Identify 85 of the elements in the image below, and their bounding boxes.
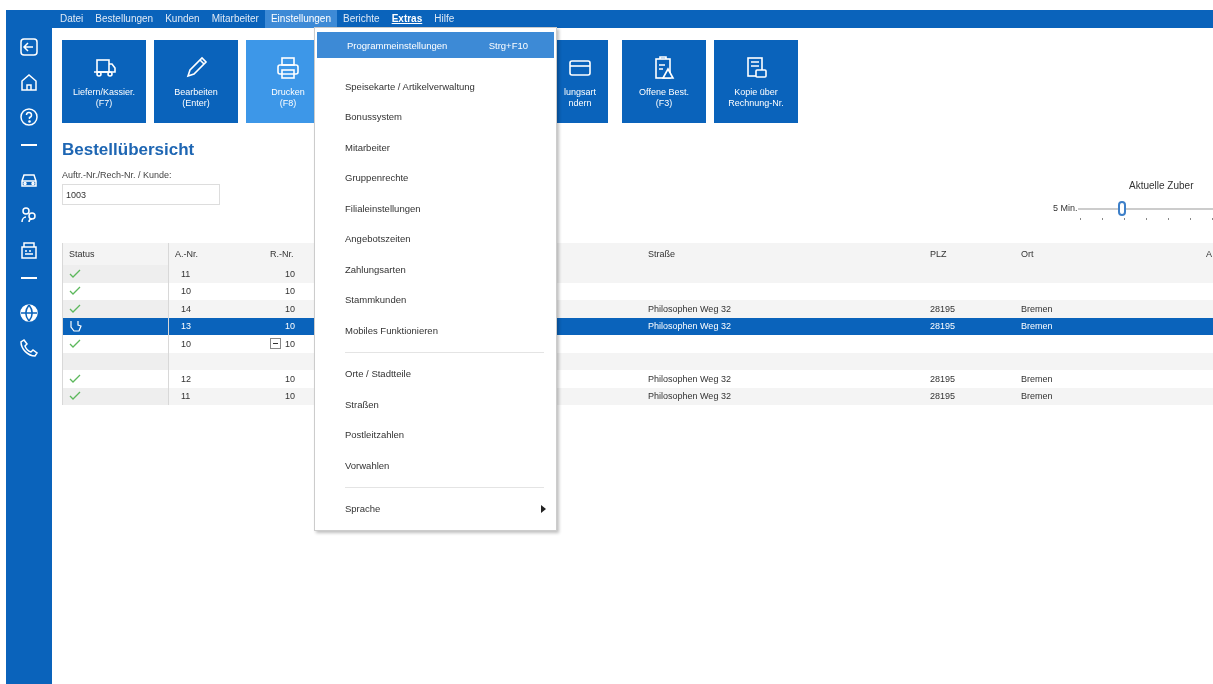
table-cell-text: Philosophen Weg 32 — [647, 373, 732, 384]
table-cell-text: Bremen — [1020, 303, 1054, 314]
column-header[interactable]: A.-Nr. — [169, 249, 264, 259]
column-header[interactable]: Straße — [641, 249, 922, 259]
search-field[interactable]: 1003 — [62, 184, 220, 205]
table-cell-text: Bremen — [1020, 321, 1054, 332]
table-cell-text: 28195 — [929, 303, 957, 314]
menu-item[interactable]: Gruppenrechte — [315, 162, 556, 193]
back-icon[interactable] — [19, 37, 39, 57]
table-cell-text: Bremen — [1020, 391, 1054, 402]
toolbar-button[interactable]: Liefern/Kassier. (F7) — [62, 40, 146, 123]
table-cell-text: Philosophen Weg 32 — [647, 391, 732, 402]
menu-item[interactable]: Hilfe — [428, 10, 461, 28]
check-icon — [69, 373, 81, 384]
menu-item[interactable]: Kunden — [159, 10, 206, 28]
check-icon — [69, 303, 81, 314]
phone-icon[interactable] — [19, 338, 39, 358]
status-cell[interactable] — [62, 387, 169, 405]
table-cell-text: Bremen — [1020, 373, 1054, 384]
menu-item[interactable]: Bestellungen — [89, 10, 160, 28]
people-icon[interactable] — [19, 205, 39, 225]
table-cell: 10 — [285, 303, 295, 314]
menu-item[interactable]: Mobiles Funktionieren — [315, 315, 556, 346]
table-cell-text: 11 — [180, 391, 192, 402]
menu-item[interactable]: Stammkunden — [315, 284, 556, 315]
printer-icon — [275, 54, 301, 81]
check-icon — [69, 268, 81, 279]
status-cell[interactable] — [62, 335, 169, 353]
status-cell[interactable] — [62, 352, 169, 370]
column-header[interactable]: A — [1202, 249, 1212, 259]
page-title: Bestellübersicht — [62, 140, 196, 160]
table-cell: 10 — [285, 268, 295, 279]
toolbar-button[interactable]: Kopie über Rechnung-Nr. — [714, 40, 798, 123]
slider-min-label: 5 Min. — [1053, 203, 1078, 213]
check-icon — [69, 286, 81, 297]
submenu-arrow-icon — [541, 504, 546, 513]
table-cell-text: 28195 — [929, 391, 957, 402]
check-icon — [69, 391, 81, 402]
menu-item[interactable]: Extras — [385, 10, 429, 28]
column-header[interactable]: Ort — [1013, 249, 1202, 259]
table-cell: 10 — [285, 373, 295, 384]
table-cell-text: Philosophen Weg 32 — [647, 303, 732, 314]
menu-item[interactable]: Filialeinstellungen — [315, 193, 556, 224]
filter-label: Auftr.-Nr./Rech-Nr. / Kunde: — [62, 170, 173, 180]
table-cell-text: 10 — [180, 286, 192, 297]
table-cell: 10 — [285, 286, 295, 297]
menu-item[interactable]: Zahlungsarten — [315, 254, 556, 285]
slider-thumb[interactable] — [1117, 201, 1126, 216]
table-cell: 10 — [285, 321, 295, 332]
home-icon[interactable] — [19, 72, 39, 92]
menu-item[interactable]: Sprache — [315, 493, 556, 524]
table-cell-text: Philosophen Weg 32 — [647, 321, 732, 332]
toolbar-button[interactable]: Bearbeiten (Enter) — [154, 40, 238, 123]
register-icon[interactable] — [19, 240, 39, 260]
hand-icon — [69, 320, 82, 333]
menu-item[interactable]: Straßen — [315, 389, 556, 420]
table-cell-text: 11 — [180, 268, 192, 279]
menu-item[interactable]: Mitarbeiter — [205, 10, 265, 28]
status-cell[interactable] — [62, 265, 169, 283]
help-icon[interactable] — [19, 107, 39, 127]
menu-item[interactable]: Datei — [54, 10, 90, 28]
table-cell-text: 28195 — [929, 373, 957, 384]
table-cell: 10 — [285, 338, 295, 349]
menu-item[interactable]: Berichte — [336, 10, 386, 28]
table-cell-text: 28195 — [929, 321, 957, 332]
table-cell: 10 — [285, 391, 295, 402]
table-cell-text: 13 — [180, 321, 192, 332]
toolbar-button[interactable]: Offene Best. (F3) — [622, 40, 706, 123]
globe-icon[interactable] — [19, 303, 39, 323]
column-header[interactable]: PLZ — [922, 249, 1013, 259]
menu-item[interactable]: Programmeinstellungen Strg+F10 — [317, 32, 554, 58]
menu-item[interactable]: Mitarbeiter — [315, 132, 556, 163]
menu-item[interactable]: Vorwahlen — [315, 450, 556, 481]
menu-item[interactable]: Orte / Stadtteile — [315, 358, 556, 389]
check-icon — [69, 338, 81, 349]
menu-item[interactable]: Einstellungen — [264, 10, 337, 28]
table-cell-text: 12 — [180, 373, 192, 384]
menu-item[interactable]: Postleitzahlen — [315, 419, 556, 450]
table-cell-text: 10 — [180, 338, 192, 349]
status-cell[interactable] — [62, 370, 169, 388]
collapse-icon[interactable] — [270, 338, 281, 350]
menu-item[interactable]: Angebotszeiten — [315, 223, 556, 254]
status-cell[interactable] — [62, 300, 169, 318]
slider-title: Aktuelle Zuber — [1129, 180, 1195, 191]
table-cell-text: 14 — [180, 303, 192, 314]
